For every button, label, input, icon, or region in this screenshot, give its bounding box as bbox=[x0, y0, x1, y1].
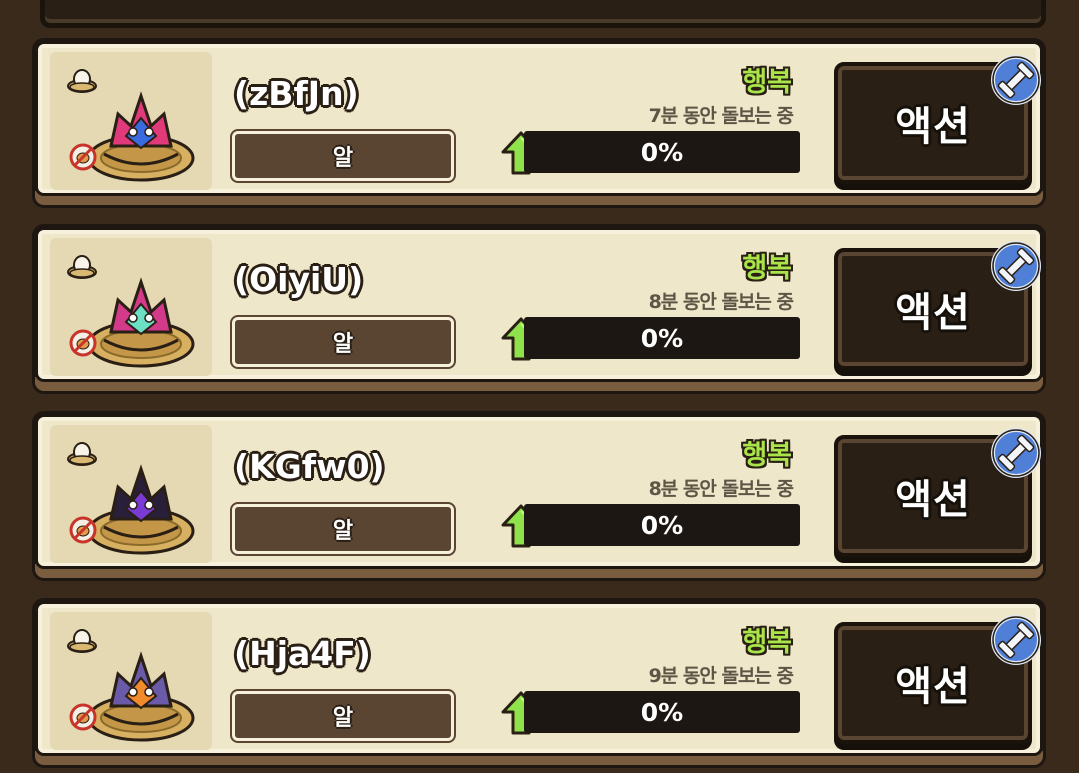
mood-status: 행복 bbox=[742, 67, 792, 98]
dumbbell-icon[interactable] bbox=[990, 240, 1042, 292]
pet-name: (Hja4F) bbox=[234, 634, 371, 673]
monster-sprite-icon bbox=[87, 651, 195, 742]
pet-portrait[interactable] bbox=[50, 52, 212, 190]
mood-status: 행복 bbox=[742, 627, 792, 658]
progress-label: 0% bbox=[640, 510, 684, 540]
pet-name: (KGfw0) bbox=[234, 447, 385, 486]
care-time-text: 7분 동안 돌보는 중 bbox=[648, 105, 794, 127]
no-food-icon bbox=[69, 143, 97, 171]
progress-label: 0% bbox=[640, 137, 684, 167]
pet-type-badge: 알 bbox=[232, 504, 454, 554]
top-panel bbox=[40, 0, 1046, 28]
monster-sprite-icon bbox=[87, 277, 195, 368]
pet-portrait[interactable] bbox=[50, 238, 212, 376]
progress-label: 0% bbox=[640, 697, 684, 727]
pet-name: (OiyiU) bbox=[234, 260, 364, 299]
mood-status: 행복 bbox=[742, 440, 792, 471]
pet-card-2: (OiyiU) 알 행복 8분 동안 돌보는 중 0% 액션 bbox=[32, 224, 1046, 394]
monster-sprite-icon bbox=[87, 91, 195, 182]
growth-progress-bar: 0% bbox=[524, 131, 800, 173]
pet-portrait[interactable] bbox=[50, 425, 212, 563]
mood-status: 행복 bbox=[742, 253, 792, 284]
no-food-icon bbox=[69, 516, 97, 544]
pet-type-badge: 알 bbox=[232, 131, 454, 181]
pet-name: (zBfJn) bbox=[234, 74, 359, 113]
no-food-icon bbox=[69, 329, 97, 357]
pet-type-badge: 알 bbox=[232, 317, 454, 367]
dumbbell-icon[interactable] bbox=[990, 54, 1042, 106]
pet-portrait[interactable] bbox=[50, 612, 212, 750]
action-button-label: 액션 bbox=[895, 664, 971, 710]
pet-card-1: (zBfJn) 알 행복 7분 동안 돌보는 중 0% 액션 bbox=[32, 38, 1046, 208]
care-time-text: 8분 동안 돌보는 중 bbox=[648, 291, 794, 313]
dumbbell-icon[interactable] bbox=[990, 614, 1042, 666]
dumbbell-icon[interactable] bbox=[990, 427, 1042, 479]
pet-card-3: (KGfw0) 알 행복 8분 동안 돌보는 중 0% 액션 bbox=[32, 411, 1046, 581]
growth-progress-bar: 0% bbox=[524, 504, 800, 546]
growth-progress-bar: 0% bbox=[524, 317, 800, 359]
care-time-text: 8분 동안 돌보는 중 bbox=[648, 478, 794, 500]
no-food-icon bbox=[69, 703, 97, 731]
action-button-label: 액션 bbox=[895, 104, 971, 150]
progress-label: 0% bbox=[640, 323, 684, 353]
action-button-label: 액션 bbox=[895, 290, 971, 336]
pet-type-badge: 알 bbox=[232, 691, 454, 741]
action-button-label: 액션 bbox=[895, 477, 971, 523]
monster-sprite-icon bbox=[87, 464, 195, 555]
growth-progress-bar: 0% bbox=[524, 691, 800, 733]
pet-card-4: (Hja4F) 알 행복 9분 동안 돌보는 중 0% 액션 bbox=[32, 598, 1046, 768]
care-time-text: 9분 동안 돌보는 중 bbox=[648, 665, 794, 687]
